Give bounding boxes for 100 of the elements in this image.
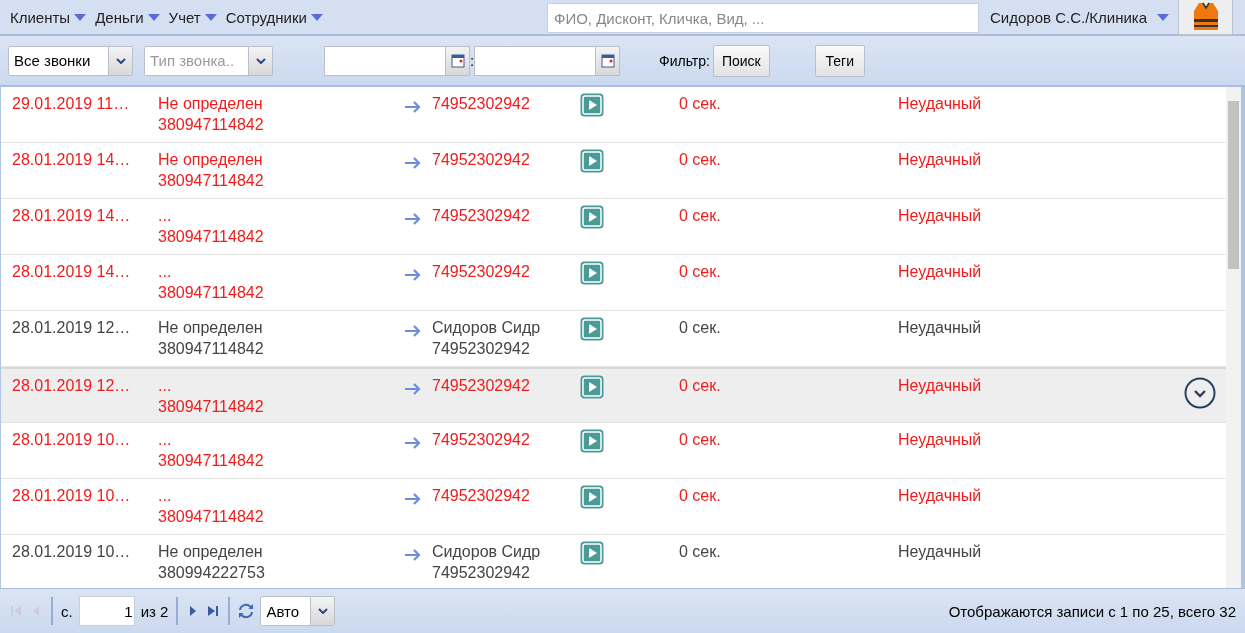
caller-name: Не определен <box>158 150 264 170</box>
date-separator: : <box>470 52 474 69</box>
play-icon[interactable] <box>580 541 604 565</box>
play-icon[interactable] <box>580 429 604 453</box>
arrow-icon <box>404 156 422 170</box>
call-status: Неудачный <box>898 431 982 448</box>
caller-name: ... <box>158 206 173 226</box>
call-status: Неудачный <box>898 151 982 168</box>
caller-name: Не определен <box>158 94 264 114</box>
play-icon[interactable] <box>580 93 604 117</box>
play-icon[interactable] <box>580 317 604 341</box>
arrow-icon <box>404 324 422 338</box>
caller-number: 380947114842 <box>158 115 265 135</box>
date-from-field[interactable] <box>324 45 470 76</box>
call-date: 28.01.2019 10… <box>12 543 131 560</box>
play-icon[interactable] <box>580 485 604 509</box>
calendar-icon[interactable] <box>600 53 615 68</box>
last-page-icon[interactable] <box>206 604 221 618</box>
callee-number: 74952302942 <box>432 486 531 506</box>
call-status: Неудачный <box>898 319 982 336</box>
call-status: Неудачный <box>898 95 982 112</box>
call-row[interactable]: 29.01.2019 11… Не определен 380947114842 74952302942 0 сек. Неудачный <box>1 87 1226 143</box>
play-icon[interactable] <box>580 149 604 173</box>
caller-number: 380947114842 <box>158 283 265 303</box>
tags-button[interactable]: Теги <box>814 44 865 77</box>
caller-number: 380947114842 <box>158 507 265 527</box>
calendar-icon[interactable] <box>450 53 465 68</box>
caller-number: 380994222753 <box>158 563 266 583</box>
call-date: 29.01.2019 11… <box>12 95 130 112</box>
chevron-down-icon <box>317 608 328 614</box>
page-label: с. <box>61 602 73 620</box>
caller-name: Не определен <box>158 542 264 562</box>
dropdown-arrow-icon <box>1157 13 1170 21</box>
call-row[interactable]: 28.01.2019 14… Не определен 380947114842 74952302942 0 сек. Неудачный <box>1 143 1226 199</box>
menu-item[interactable]: Сотрудники <box>225 8 323 26</box>
call-duration: 0 сек. <box>679 151 721 168</box>
call-status: Неудачный <box>898 377 982 394</box>
call-duration: 0 сек. <box>679 207 721 224</box>
call-date: 28.01.2019 10… <box>12 431 131 448</box>
call-filter-select[interactable]: Все звонки <box>8 45 133 76</box>
vest-button[interactable] <box>1178 0 1233 35</box>
arrow-icon <box>404 268 422 282</box>
caller-number: 380947114842 <box>158 451 265 471</box>
chevron-down-icon <box>115 57 126 64</box>
caller-number: 380947114842 <box>158 339 265 359</box>
arrow-icon <box>404 436 422 450</box>
call-row[interactable]: 28.01.2019 14… ... 380947114842 74952302942 0 сек. Неудачный <box>1 255 1226 311</box>
play-icon[interactable] <box>580 375 604 399</box>
call-date: 28.01.2019 12… <box>12 319 131 336</box>
call-row[interactable]: 28.01.2019 14… ... 380947114842 74952302942 0 сек. Неудачный <box>1 199 1226 255</box>
user-menu[interactable]: Сидоров С.С./Клиника <box>990 8 1174 26</box>
call-duration: 0 сек. <box>679 377 721 394</box>
caller-name: ... <box>158 262 173 282</box>
call-row[interactable]: 28.01.2019 10… ... 380947114842 74952302942 0 сек. Неудачный <box>1 423 1226 479</box>
call-status: Неудачный <box>898 263 982 280</box>
menu-item[interactable]: Деньги <box>95 8 160 26</box>
menu-item[interactable]: Клиенты <box>10 8 87 26</box>
call-row[interactable]: 28.01.2019 12… ... 380947114842 74952302942 0 сек. Неудачный <box>1 367 1226 423</box>
call-status: Неудачный <box>898 207 982 224</box>
life-vest-icon <box>1191 2 1220 32</box>
callee-number: 74952302942 <box>432 563 531 583</box>
caller-number: 380947114842 <box>158 227 265 247</box>
play-icon[interactable] <box>580 261 604 285</box>
caller-name: ... <box>158 430 173 450</box>
page-field[interactable]: 1 <box>78 596 135 626</box>
dropdown-arrow-icon <box>204 13 217 21</box>
callee-number: 74952302942 <box>432 94 531 114</box>
caller-name: ... <box>158 486 173 506</box>
call-duration: 0 сек. <box>679 263 721 280</box>
date-to-field[interactable] <box>474 45 620 76</box>
call-duration: 0 сек. <box>679 543 721 560</box>
expand-icon[interactable] <box>1184 377 1216 409</box>
call-row[interactable]: 28.01.2019 10… ... 380947114842 74952302942 0 сек. Неудачный <box>1 479 1226 535</box>
menu-item[interactable]: Учет <box>168 8 217 26</box>
callee-number: 74952302942 <box>432 206 531 226</box>
page-size-select[interactable]: Авто <box>260 596 336 626</box>
caller-number: 380947114842 <box>158 171 265 191</box>
call-date: 28.01.2019 14… <box>12 207 131 224</box>
call-type-select[interactable]: Тип звонка.. <box>144 45 273 76</box>
arrow-icon <box>404 382 422 396</box>
records-summary: Отображаются записи с 1 по 25, всего 32 <box>948 602 1236 620</box>
arrow-icon <box>404 492 422 506</box>
caller-name: ... <box>158 376 173 396</box>
call-date: 28.01.2019 14… <box>12 263 131 280</box>
callee-number: 74952302942 <box>432 262 531 282</box>
search-field[interactable]: ФИО, Дисконт, Кличка, Вид, ... <box>547 3 979 33</box>
call-duration: 0 сек. <box>679 319 721 336</box>
callee-name: Сидоров Сидр <box>432 542 542 562</box>
call-status: Неудачный <box>898 487 982 504</box>
dropdown-arrow-icon <box>74 13 87 21</box>
callee-number: 74952302942 <box>432 339 531 359</box>
page-count: из 2 <box>140 602 169 620</box>
dropdown-arrow-icon <box>310 13 323 21</box>
refresh-icon[interactable] <box>238 603 255 619</box>
play-icon[interactable] <box>580 205 604 229</box>
call-duration: 0 сек. <box>679 95 721 112</box>
chevron-down-icon <box>255 57 266 64</box>
call-date: 28.01.2019 14… <box>12 151 131 168</box>
search-button[interactable]: Поиск <box>712 44 770 77</box>
scrollbar[interactable] <box>1226 87 1241 588</box>
